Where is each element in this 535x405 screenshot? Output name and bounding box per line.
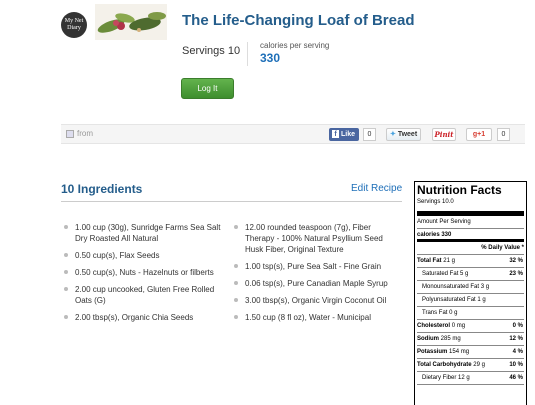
nutrient-label: Saturated Fat [422, 271, 459, 277]
tweet-label: Tweet [397, 131, 418, 138]
nutrient-pct: 12 % [509, 336, 523, 342]
recipe-photo [95, 4, 167, 40]
nutrient-amount: 1 g [477, 297, 486, 303]
amount-per-serving: Amount Per Serving [417, 216, 524, 229]
from-label: from [77, 129, 93, 138]
nutrition-row-mono-fat: Monounsaturated Fat 3 g [417, 281, 524, 294]
nutrient-amount: 154 mg [449, 349, 470, 355]
google-plus-label: +1 [477, 131, 486, 138]
ingredients-list-right: 12.00 rounded teaspoon (7g), Fiber Thera… [232, 222, 392, 329]
nutrition-calories: calories 330 [417, 229, 524, 242]
nutrient-pct: 46 % [509, 375, 523, 381]
image-icon [66, 130, 74, 138]
ingredient-item: 1.00 tsp(s), Pure Sea Salt - Fine Grain [232, 261, 392, 272]
nutrition-facts-panel: Nutrition Facts Servings 10.0 Amount Per… [414, 181, 527, 405]
nutrition-facts-title: Nutrition Facts [417, 183, 502, 197]
site-logo[interactable]: My Net Diary [61, 12, 87, 38]
nutrient-pct: 0 % [512, 323, 523, 329]
nutrient-amount: 29 g [473, 362, 485, 368]
nutrient-label: Trans Fat [422, 310, 448, 316]
nutrition-row-total-fat: Total Fat 21 g 32 % [417, 255, 524, 268]
twitter-bird-icon: ✦ [390, 131, 396, 138]
nutrient-label: Total Carbohydrate [417, 362, 472, 368]
nutrient-pct: 32 % [509, 258, 523, 264]
divider [61, 201, 402, 202]
facebook-like-count: 0 [363, 128, 376, 141]
nutrient-label: Total Fat [417, 258, 442, 264]
nutrient-amount: 0 g [449, 310, 458, 316]
ingredients-list-left: 1.00 cup (30g), Sunridge Farms Sea Salt … [62, 222, 227, 329]
edit-recipe-link[interactable]: Edit Recipe [351, 183, 402, 194]
nutrition-row-potassium: Potassium 154 mg 4 % [417, 346, 524, 359]
tweet-button[interactable]: ✦ Tweet [386, 128, 421, 141]
nutrient-pct: 10 % [509, 362, 523, 368]
nutrient-amount: 5 g [460, 271, 469, 277]
nutrition-row-saturated-fat: Saturated Fat 5 g 23 % [417, 268, 524, 281]
ingredient-item: 12.00 rounded teaspoon (7g), Fiber Thera… [232, 222, 392, 255]
ingredient-item: 0.50 cup(s), Flax Seeds [62, 250, 227, 261]
nutrient-label: Sodium [417, 336, 439, 342]
nutrient-pct: 23 % [509, 271, 523, 277]
nutrient-amount: 12 g [458, 375, 470, 381]
nutrition-row-trans-fat: Trans Fat 0 g [417, 307, 524, 320]
nutrient-label: Dietary Fiber [422, 375, 457, 381]
nutrition-servings: Servings 10.0 [417, 197, 524, 216]
facebook-icon: f [332, 130, 339, 138]
daily-value-header: % Daily Value * [417, 242, 524, 255]
calories-label: calories per serving [260, 41, 330, 50]
nutrition-row-dietary-fiber: Dietary Fiber 12 g 46 % [417, 372, 524, 385]
google-plus-button[interactable]: g+1 [466, 128, 492, 141]
nutrient-amount: 3 g [480, 284, 490, 290]
nutrient-label: Potassium [417, 349, 448, 355]
log-it-button[interactable]: Log It [181, 78, 234, 99]
nutrient-amount: 285 mg [440, 336, 461, 342]
nutrient-label: Cholesterol [417, 323, 451, 329]
nutrient-amount: 21 g [443, 258, 455, 264]
ingredient-item: 1.00 cup (30g), Sunridge Farms Sea Salt … [62, 222, 227, 244]
calories-value: 330 [260, 51, 281, 65]
nutrition-row-cholesterol: Cholesterol 0 mg 0 % [417, 320, 524, 333]
nutrition-row-sodium: Sodium 285 mg 12 % [417, 333, 524, 346]
nutrient-pct: 4 % [512, 349, 523, 355]
facebook-like-label: Like [341, 131, 356, 138]
pinterest-button[interactable]: Pinit [432, 128, 456, 141]
ingredient-item: 2.00 tbsp(s), Organic Chia Seeds [62, 312, 227, 323]
ingredient-item: 0.50 cup(s), Nuts - Hazelnuts or filbert… [62, 267, 227, 278]
share-bar: from f Like 0 ✦ Tweet Pinit g+1 0 [61, 124, 525, 144]
nutrient-label: Monounsaturated Fat [422, 284, 480, 290]
ingredient-item: 1.50 cup (8 fl oz), Water - Municipal [232, 312, 392, 323]
servings-label: Servings 10 [182, 45, 241, 57]
nutrient-label: Polyunsaturated Fat [422, 297, 476, 303]
calories-text: calories 330 [417, 232, 452, 238]
nutrition-row-total-carbohydrate: Total Carbohydrate 29 g 10 % [417, 359, 524, 372]
google-plus-count: 0 [497, 128, 510, 141]
recipe-title: The Life-Changing Loaf of Bread [182, 12, 415, 29]
divider [247, 42, 248, 66]
nutrient-amount: 0 mg [451, 323, 466, 329]
facebook-like-button[interactable]: f Like [329, 128, 359, 141]
nutrition-row-poly-fat: Polyunsaturated Fat 1 g [417, 294, 524, 307]
ingredients-heading: 10 Ingredients [61, 182, 143, 196]
ingredient-item: 3.00 tbsp(s), Organic Virgin Coconut Oil [232, 295, 392, 306]
ingredient-item: 0.06 tsp(s), Pure Canadian Maple Syrup [232, 278, 392, 289]
ingredient-item: 2.00 cup uncooked, Gluten Free Rolled Oa… [62, 284, 227, 306]
